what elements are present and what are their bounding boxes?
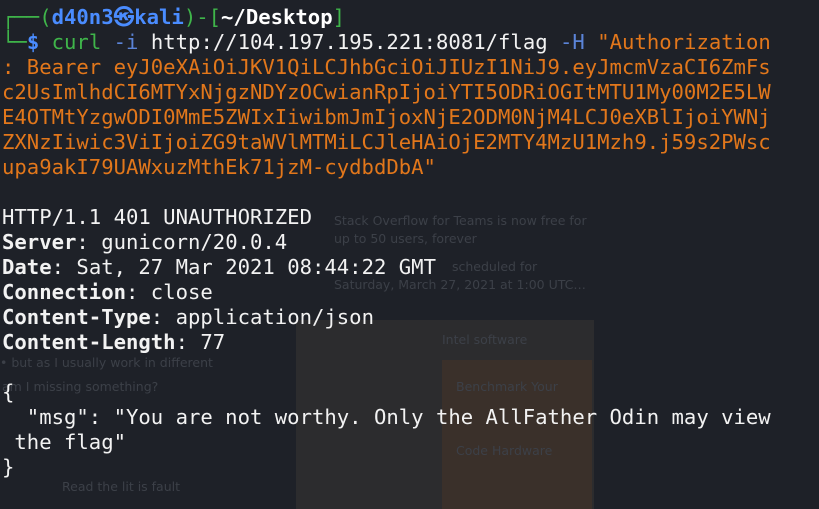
response-header: Connection: close xyxy=(2,280,213,304)
response-header: Content-Type: application/json xyxy=(2,305,374,329)
header-value: close xyxy=(138,280,213,304)
header-value: Sat, 27 Mar 2021 08:44:22 GMT xyxy=(64,255,436,279)
command-option-i: -i xyxy=(113,30,139,54)
response-body-line: the flag" xyxy=(2,430,126,454)
prompt-dollar: $ xyxy=(26,30,40,54)
command-header-string: : Bearer eyJ0eXAiOiJKV1QiLCJhbGciOiJIUzI… xyxy=(2,55,771,79)
response-status: HTTP/1.1 401 UNAUTHORIZED xyxy=(2,205,312,229)
response-body-line: "msg": "You are not worthy. Only the All… xyxy=(2,405,771,429)
header-name: Content-Length xyxy=(2,330,176,354)
header-value: 77 xyxy=(188,330,226,354)
prompt-bracket-close: ] xyxy=(332,5,346,29)
response-body-line: } xyxy=(2,455,15,479)
prompt-host: kali xyxy=(134,5,184,29)
response-body-line: { xyxy=(2,380,15,404)
prompt-separator: )-[ xyxy=(183,5,222,29)
prompt-corner: ┌──( xyxy=(2,5,52,29)
prompt-header: ┌──(d40n3㉿kali)-[~/Desktop] xyxy=(2,5,819,30)
background-text: Read the lit is fault xyxy=(62,479,181,494)
response-header: Content-Length: 77 xyxy=(2,330,226,354)
command-option-h: -H xyxy=(560,30,585,54)
command-header-string: upa9akI79UAWxuzMthEk71jzM-cydbdDbA" xyxy=(2,155,436,179)
kali-skull-icon: ㉿ xyxy=(113,5,135,29)
response-header: Server: gunicorn/20.0.4 xyxy=(2,230,288,254)
prompt-path: ~/Desktop xyxy=(221,5,333,29)
response-header: Date: Sat, 27 Mar 2021 08:44:22 GMT xyxy=(2,255,436,279)
header-value: gunicorn/20.0.4 xyxy=(88,230,288,254)
header-value: application/json xyxy=(163,305,374,329)
command-header-string: c2UsImlhdCI6MTYxNjgzNDYzOCwianRpIjoiYTI5… xyxy=(2,80,771,104)
command-url: http://104.197.195.221:8081/flag xyxy=(150,30,548,54)
header-name: Date xyxy=(2,255,52,279)
command-program: curl xyxy=(51,30,102,54)
prompt-user: d40n3 xyxy=(51,5,114,29)
header-name: Connection xyxy=(2,280,126,304)
terminal-output: ┌──(d40n3㉿kali)-[~/Desktop] └─$ curl -i … xyxy=(2,5,819,480)
command-header-string: E4OTMtYzgwODI0MmE5ZWIxIiwibmJmIjoxNjE2OD… xyxy=(2,105,771,129)
terminal-window[interactable]: Stack Overflow for Teams is now free for… xyxy=(0,0,819,509)
command-line: └─$ curl -i http://104.197.195.221:8081/… xyxy=(2,30,819,55)
command-header-string: ZXNzIiwic3ViIjoiZG9taWVlMTMiLCJleHAiOjE2… xyxy=(2,130,771,154)
header-name: Server xyxy=(2,230,77,254)
header-name: Content-Type xyxy=(2,305,151,329)
prompt-corner-bottom: └─ xyxy=(2,30,27,54)
command-header-string: "Authorization xyxy=(597,30,771,54)
